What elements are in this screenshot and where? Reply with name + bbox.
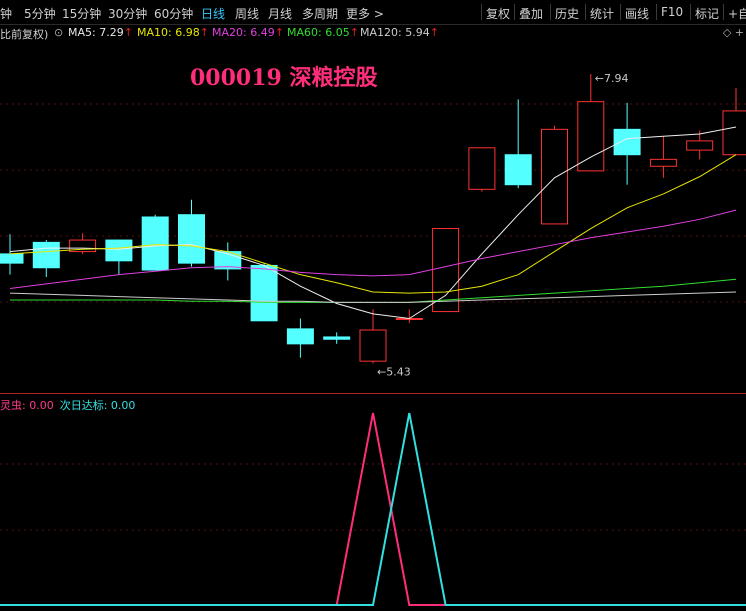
candle[interactable] — [178, 214, 205, 264]
candle[interactable] — [359, 329, 387, 362]
ma-line-ma120 — [9, 291, 737, 303]
indicator-line-灵虫 — [0, 412, 746, 606]
indicator-legend-item-1: 次日达标: 0.00 — [59, 399, 136, 412]
candle[interactable] — [105, 239, 133, 262]
candle[interactable] — [286, 328, 314, 345]
low-price-label: ←5.43 — [377, 365, 411, 378]
kline-chart[interactable]: ←7.94 ←5.43 — [0, 0, 746, 611]
candle[interactable] — [686, 140, 714, 151]
candle[interactable] — [722, 110, 746, 156]
indicator-legend-item-0: 灵虫: 0.00 — [0, 399, 54, 412]
candle[interactable] — [541, 128, 568, 225]
candle[interactable] — [468, 147, 496, 190]
panel-divider — [0, 393, 746, 394]
candle[interactable] — [250, 264, 278, 322]
high-price-label: ←7.94 — [595, 72, 629, 85]
candle[interactable] — [613, 128, 641, 156]
indicator-legend: 灵虫: 0.00 次日达标: 0.00 — [0, 397, 141, 413]
candle[interactable] — [649, 158, 677, 167]
candle[interactable] — [141, 216, 169, 271]
candle[interactable] — [32, 241, 60, 269]
ma-line-ma60 — [10, 278, 737, 303]
candle[interactable] — [0, 253, 24, 264]
candle[interactable] — [323, 336, 351, 340]
indicator-line-次日达标 — [0, 412, 746, 606]
candle[interactable] — [577, 101, 605, 172]
candle[interactable] — [504, 154, 532, 186]
